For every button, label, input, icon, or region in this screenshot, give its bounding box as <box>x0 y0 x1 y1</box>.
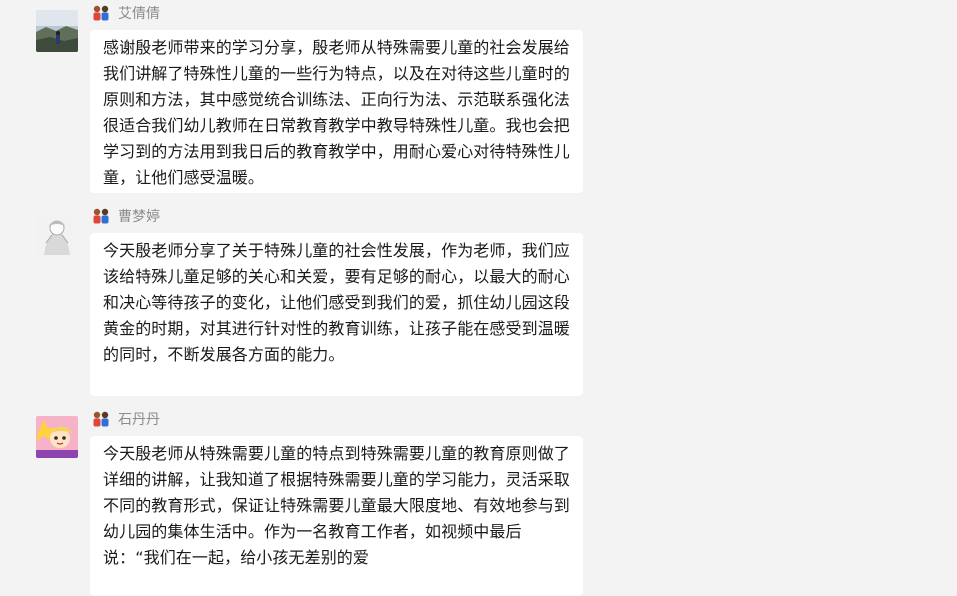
cartoon-character-avatar-icon <box>36 416 78 458</box>
parent-teacher-icon <box>90 410 112 430</box>
message-bubble[interactable]: 今天殷老师分享了关于特殊儿童的社会性发展，作为老师，我们应该给特殊儿童足够的关心… <box>90 233 583 396</box>
sender-name[interactable]: 石丹丹 <box>118 410 160 430</box>
message-bubble[interactable]: 今天殷老师从特殊需要儿童的特点到特殊需要儿童的教育原则做了详细的讲解，让我知道了… <box>90 436 583 596</box>
sender-name[interactable]: 艾倩倩 <box>118 4 160 24</box>
chat-message-list[interactable]: 艾倩倩 感谢殷老师带来的学习分享，殷老师从特殊需要儿童的社会发展给我们讲解了特殊… <box>0 0 957 596</box>
anime-sketch-avatar-icon <box>36 213 78 255</box>
parent-teacher-icon <box>90 4 112 24</box>
sender-name[interactable]: 曹梦婷 <box>118 207 160 227</box>
avatar[interactable] <box>36 10 78 52</box>
avatar[interactable] <box>36 213 78 255</box>
message-bubble[interactable]: 感谢殷老师带来的学习分享，殷老师从特殊需要儿童的社会发展给我们讲解了特殊性儿童的… <box>90 30 583 193</box>
parent-teacher-icon <box>90 207 112 227</box>
landscape-photo-avatar-icon <box>36 10 78 52</box>
avatar[interactable] <box>36 416 78 458</box>
